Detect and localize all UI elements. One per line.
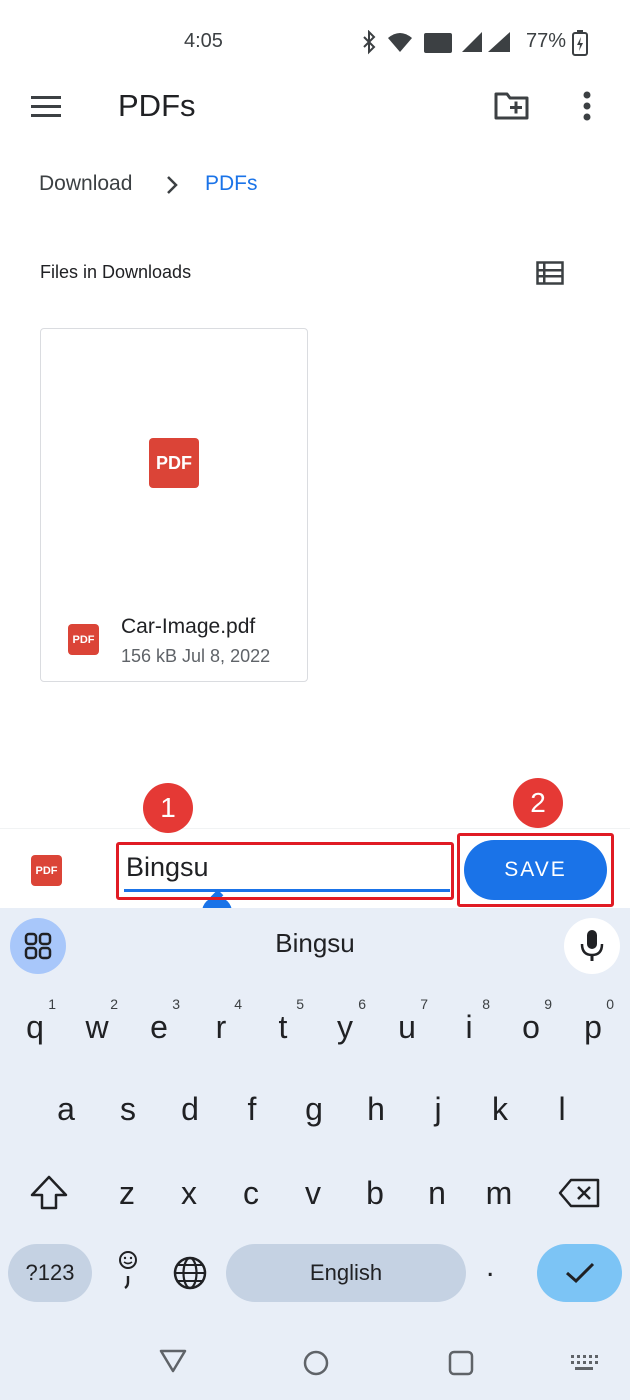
shift-key[interactable]	[18, 1158, 80, 1228]
key-number-hint: 7	[420, 996, 428, 1012]
key-number-hint: 5	[296, 996, 304, 1012]
keyboard-hide-icon[interactable]	[570, 1354, 598, 1372]
key-u[interactable]: u7	[376, 992, 438, 1062]
key-label: i	[465, 1008, 473, 1045]
status-icons	[363, 30, 510, 55]
key-label: r	[215, 1008, 227, 1045]
key-r[interactable]: r4	[190, 992, 252, 1062]
voice-input-button[interactable]	[564, 918, 620, 974]
chevron-right-icon	[167, 176, 178, 194]
pdf-thumbnail-icon: PDF	[149, 438, 199, 488]
key-g[interactable]: g	[283, 1074, 345, 1144]
key-number-hint: 1	[48, 996, 56, 1012]
key-v[interactable]: v	[282, 1158, 344, 1228]
new-folder-icon[interactable]	[494, 90, 530, 120]
back-icon[interactable]	[158, 1348, 188, 1374]
status-time: 4:05	[184, 30, 223, 52]
key-b[interactable]: b	[344, 1158, 406, 1228]
key-q[interactable]: q1	[4, 992, 66, 1062]
key-y[interactable]: y6	[314, 992, 376, 1062]
menu-icon[interactable]	[30, 94, 62, 118]
battery-icon	[572, 30, 588, 56]
key-number-hint: 0	[606, 996, 614, 1012]
volte-icon	[424, 33, 452, 53]
key-label: w	[85, 1008, 109, 1045]
key-number-hint: 9	[544, 996, 552, 1012]
key-x[interactable]: x	[158, 1158, 220, 1228]
enter-key[interactable]	[537, 1244, 622, 1302]
key-number-hint: 8	[482, 996, 490, 1012]
key-label: q	[26, 1008, 44, 1045]
key-number-hint: 3	[172, 996, 180, 1012]
microphone-icon	[580, 930, 604, 961]
pdf-file-icon: PDF	[68, 624, 99, 655]
key-o[interactable]: o9	[500, 992, 562, 1062]
recents-icon[interactable]	[448, 1350, 474, 1376]
check-icon	[565, 1262, 594, 1284]
key-number-hint: 6	[358, 996, 366, 1012]
list-view-icon[interactable]	[536, 261, 564, 285]
breadcrumb-pdfs[interactable]: PDFs	[205, 172, 258, 196]
bluetooth-icon	[363, 30, 376, 55]
language-key[interactable]	[166, 1246, 214, 1300]
page-title: PDFs	[118, 88, 196, 123]
key-p[interactable]: p0	[562, 992, 624, 1062]
key-e[interactable]: e3	[128, 992, 190, 1062]
key-number-hint: 2	[110, 996, 118, 1012]
file-meta: 156 kB Jul 8, 2022	[121, 646, 271, 666]
space-key[interactable]: English	[226, 1244, 466, 1302]
key-label: u	[398, 1008, 416, 1045]
globe-icon	[173, 1256, 207, 1290]
highlight-save	[457, 833, 614, 907]
signal-2-icon	[488, 32, 510, 52]
backspace-key[interactable]	[548, 1158, 610, 1228]
key-label: o	[522, 1008, 540, 1045]
key-a[interactable]: a	[35, 1074, 97, 1144]
key-i[interactable]: i8	[438, 992, 500, 1062]
step-badge-2: 2	[513, 778, 563, 828]
shift-icon	[30, 1175, 68, 1210]
key-h[interactable]: h	[345, 1074, 407, 1144]
backspace-icon	[558, 1178, 600, 1208]
key-number-hint: 4	[234, 996, 242, 1012]
more-options-icon[interactable]	[582, 90, 592, 122]
key-label: e	[150, 1008, 168, 1045]
signal-1-icon	[462, 32, 482, 52]
key-l[interactable]: l	[531, 1074, 593, 1144]
key-label: y	[337, 1008, 353, 1045]
key-k[interactable]: k	[469, 1074, 531, 1144]
emoji-key[interactable]	[108, 1246, 148, 1300]
wifi-icon	[388, 33, 412, 52]
key-z[interactable]: z	[96, 1158, 158, 1228]
key-n[interactable]: n	[406, 1158, 468, 1228]
breadcrumb-download[interactable]: Download	[39, 172, 132, 196]
step-badge-1: 1	[143, 783, 193, 833]
key-c[interactable]: c	[220, 1158, 282, 1228]
section-label: Files in Downloads	[40, 262, 192, 282]
home-icon[interactable]	[302, 1349, 330, 1377]
key-w[interactable]: w2	[66, 992, 128, 1062]
suggestion-word[interactable]: Bingsu	[0, 928, 630, 959]
period-key[interactable]: .	[486, 1250, 516, 1296]
key-d[interactable]: d	[159, 1074, 221, 1144]
highlight-filename	[116, 842, 454, 900]
key-label: p	[584, 1008, 602, 1045]
battery-percent: 77%	[526, 30, 567, 52]
emoji-icon	[119, 1251, 137, 1289]
pdf-type-icon: PDF	[31, 855, 62, 886]
key-f[interactable]: f	[221, 1074, 283, 1144]
key-label: t	[278, 1008, 288, 1045]
key-j[interactable]: j	[407, 1074, 469, 1144]
keyboard	[0, 908, 630, 1400]
file-name: Car-Image.pdf	[121, 615, 256, 638]
key-t[interactable]: t5	[252, 992, 314, 1062]
key-s[interactable]: s	[97, 1074, 159, 1144]
symbols-key[interactable]: ?123	[8, 1244, 92, 1302]
key-m[interactable]: m	[468, 1158, 530, 1228]
